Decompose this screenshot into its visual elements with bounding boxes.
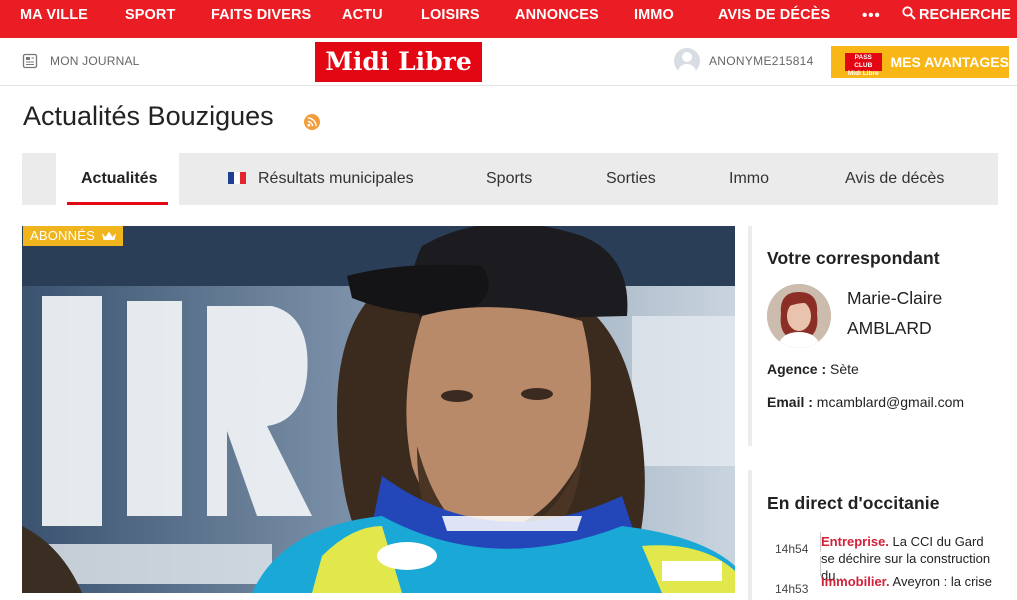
top-navigation: MA VILLE SPORT FAITS DIVERS ACTU LOISIRS… [0,0,1017,38]
abonnes-badge: ABONNÉS [23,226,123,246]
midi-libre-logo[interactable]: Midi Libre [315,42,482,82]
agence-value: Sète [830,361,859,377]
mes-avantages-button[interactable]: PASS CLUB Midi Libre MES AVANTAGES [831,46,1009,78]
nav-item-actu[interactable]: ACTU [342,0,383,38]
news-time: 14h54 [775,542,809,556]
tab-resultats-municipales[interactable]: Résultats municipales [228,153,414,205]
tab-sports[interactable]: Sports [486,153,532,205]
correspondant-photo [767,284,831,348]
motocross-rider-photo [22,226,735,593]
nav-item-avis-de-deces[interactable]: AVIS DE DÉCÈS [718,0,830,38]
tab-avis-de-deces[interactable]: Avis de décès [845,153,944,205]
email-line: Email : mcamblard@gmail.com [767,394,965,410]
tab-immo[interactable]: Immo [729,153,769,205]
pass-club-logo: PASS CLUB Midi Libre [845,53,882,77]
more-menu-button[interactable]: ••• [862,0,881,38]
crown-icon [102,231,116,240]
page-title: Actualités Bouzigues [23,101,274,131]
live-news-card: En direct d'occitanie 14h54 Entreprise. … [748,470,1008,600]
correspondant-title: Votre correspondant [767,248,940,268]
section-tabs: Actualités Résultats municipales Sports … [22,153,998,205]
nav-item-loisirs[interactable]: LOISIRS [421,0,480,38]
nav-item-ma-ville[interactable]: MA VILLE [20,0,88,38]
news-category: Entreprise. [821,534,889,549]
tab-sorties[interactable]: Sorties [606,153,656,205]
newspaper-icon [22,53,38,69]
news-text: Immobilier. Aveyron : la crise [821,574,993,589]
mon-journal-label: MON JOURNAL [50,54,140,68]
user-account[interactable]: ANONYME215814 [674,48,814,74]
live-news-item[interactable]: 14h54 Entreprise. La CCI du Gard se déch… [767,532,1007,583]
article-hero-image[interactable] [22,226,735,593]
live-news-item[interactable]: 14h53 Immobilier. Aveyron : la crise [767,573,1007,596]
news-category: Immobilier. [821,574,890,589]
mes-avantages-label: MES AVANTAGES [890,54,1010,70]
search-icon [902,6,916,20]
french-flag-icon [228,154,246,184]
active-tab-underline [67,202,168,205]
search-label: RECHERCHE [919,7,1011,23]
mon-journal-link[interactable]: MON JOURNAL [22,52,140,70]
tab-actualites[interactable]: Actualités [56,153,179,205]
secondary-header: MON JOURNAL Midi Libre ANONYME215814 PAS… [0,38,1017,86]
nav-item-immo[interactable]: IMMO [634,0,674,38]
nav-item-annonces[interactable]: ANNONCES [515,0,599,38]
correspondant-first-name: Marie-Claire [847,288,943,308]
email-link[interactable]: mcamblard@gmail.com [817,394,964,410]
search-button[interactable]: RECHERCHE [902,0,1011,38]
news-time: 14h53 [775,582,809,596]
live-news-title: En direct d'occitanie [767,493,940,513]
agence-line: Agence : Sète [767,361,859,377]
nav-item-sport[interactable]: SPORT [125,0,175,38]
avatar-icon [674,48,700,74]
username: ANONYME215814 [709,54,814,68]
rss-icon[interactable] [304,114,320,130]
nav-item-faits-divers[interactable]: FAITS DIVERS [211,0,311,38]
correspondant-last-name: AMBLARD [847,318,932,338]
correspondant-card: Votre correspondant Marie-Claire AMBLARD… [748,226,1008,446]
